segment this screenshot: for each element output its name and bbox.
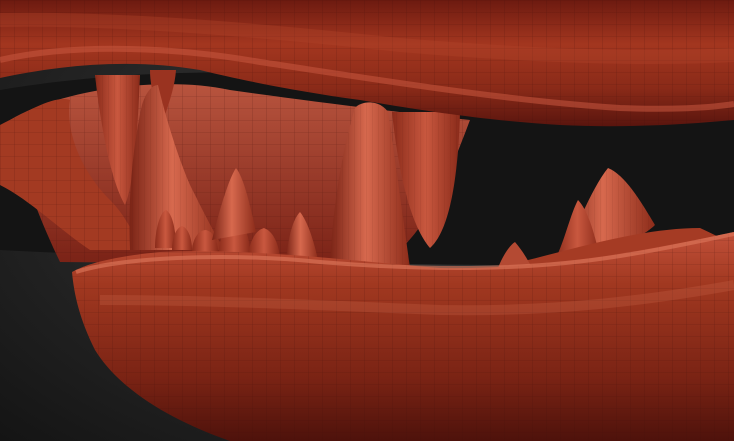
sculpt-viewport[interactable] [0, 0, 734, 441]
jaw-model-render [0, 0, 734, 441]
